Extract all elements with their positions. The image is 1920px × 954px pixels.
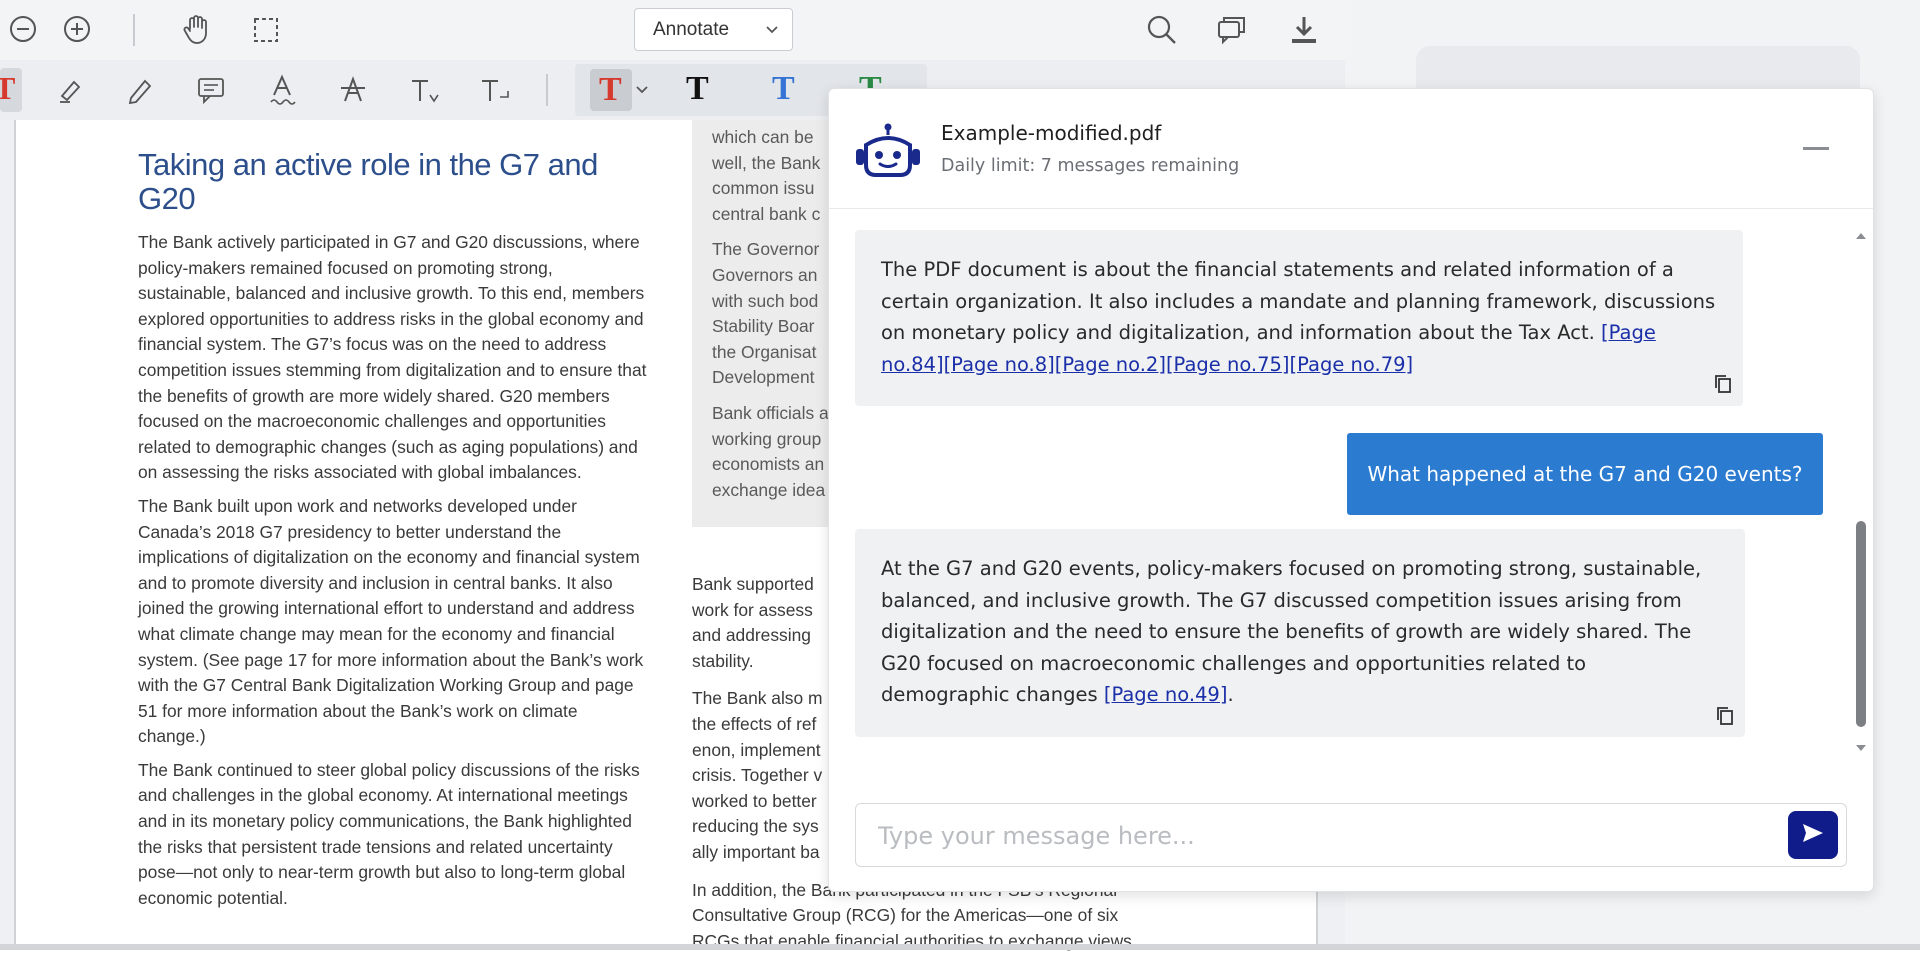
zoom-out-icon[interactable] bbox=[8, 14, 38, 44]
page-reference-link[interactable]: [Page no.75] bbox=[1166, 353, 1290, 376]
copy-icon[interactable] bbox=[1715, 705, 1735, 727]
chat-file-name: Example-modified.pdf bbox=[941, 121, 1162, 145]
scroll-up-arrow-icon bbox=[1856, 233, 1866, 239]
send-button[interactable] bbox=[1788, 811, 1838, 859]
column-line: Consultative Group (RCG) for the America… bbox=[692, 905, 1119, 926]
download-icon[interactable] bbox=[1286, 12, 1322, 48]
text-color-red-icon: T bbox=[0, 70, 16, 106]
document-paragraph: The Bank continued to steer global polic… bbox=[138, 759, 640, 908]
pan-hand-icon[interactable] bbox=[180, 12, 214, 46]
scroll-down-arrow-icon bbox=[1856, 745, 1866, 751]
scroll-thumb[interactable] bbox=[1856, 521, 1866, 727]
replace-text-icon[interactable] bbox=[476, 72, 512, 108]
text-tool-active[interactable]: T bbox=[0, 68, 22, 112]
comment-note-icon[interactable] bbox=[194, 74, 228, 106]
chevron-down-icon bbox=[764, 21, 780, 43]
document-paragraph: The Bank built upon work and networks de… bbox=[138, 495, 644, 747]
send-icon bbox=[1801, 822, 1825, 848]
strikethrough-icon[interactable] bbox=[336, 72, 370, 108]
document-heading: Taking an active role in the G7 and G20 bbox=[138, 147, 598, 216]
copy-icon[interactable] bbox=[1713, 373, 1733, 395]
page-reference-link[interactable]: [Page no.8] bbox=[944, 353, 1055, 376]
daily-limit-text: Daily limit: 7 messages remaining bbox=[941, 156, 1240, 176]
message-text: At the G7 and G20 events, policy-makers … bbox=[881, 557, 1702, 706]
top-toolbar: Annotate bbox=[0, 0, 1345, 60]
page-reference-link[interactable]: [Page no.79] bbox=[1290, 353, 1414, 376]
message-trailing-text: . bbox=[1227, 683, 1234, 706]
text-black-icon[interactable]: T bbox=[686, 70, 709, 108]
assistant-message: At the G7 and G20 events, policy-makers … bbox=[855, 529, 1745, 737]
chevron-down-icon[interactable] bbox=[635, 82, 649, 101]
document-paragraph: The Bank actively participated in G7 and… bbox=[138, 232, 647, 483]
column-line: RCGs that enable financial authorities t… bbox=[692, 930, 1132, 951]
pencil-icon[interactable] bbox=[124, 74, 156, 106]
minimize-button[interactable] bbox=[1803, 147, 1829, 150]
text-blue-icon[interactable]: T bbox=[772, 70, 795, 108]
page-reference-link[interactable]: [Page no.2] bbox=[1055, 353, 1166, 376]
comments-icon[interactable] bbox=[1214, 12, 1250, 48]
page-reference-link[interactable]: [Page no.49] bbox=[1104, 683, 1228, 706]
chat-header: Example-modified.pdf Daily limit: 7 mess… bbox=[829, 89, 1873, 209]
insert-text-icon[interactable] bbox=[406, 72, 442, 108]
message-text: The PDF document is about the financial … bbox=[881, 258, 1716, 344]
assistant-message: The PDF document is about the financial … bbox=[855, 230, 1743, 406]
toolbar-divider bbox=[546, 74, 548, 106]
window-bottom-edge bbox=[0, 944, 1920, 950]
zoom-in-icon[interactable] bbox=[62, 14, 92, 44]
user-message: What happened at the G7 and G20 events? bbox=[1347, 433, 1823, 515]
text-red-icon: T bbox=[599, 71, 622, 108]
search-icon[interactable] bbox=[1144, 12, 1180, 48]
select-area-icon[interactable] bbox=[250, 14, 282, 46]
toolbar-divider bbox=[133, 14, 135, 46]
text-color-red-button[interactable]: T bbox=[590, 69, 632, 111]
robot-icon bbox=[853, 123, 923, 183]
annotate-mode-select[interactable]: Annotate bbox=[634, 8, 793, 51]
highlighter-icon[interactable] bbox=[54, 74, 86, 106]
squiggly-underline-icon[interactable] bbox=[265, 72, 299, 108]
annotate-mode-label: Annotate bbox=[653, 18, 730, 40]
message-input-box bbox=[855, 803, 1847, 867]
chat-panel: Example-modified.pdf Daily limit: 7 mess… bbox=[828, 88, 1874, 892]
document-column-1: The Bank actively participated in G7 and… bbox=[138, 230, 648, 919]
message-input[interactable] bbox=[878, 816, 1758, 856]
page-edge bbox=[14, 120, 16, 950]
